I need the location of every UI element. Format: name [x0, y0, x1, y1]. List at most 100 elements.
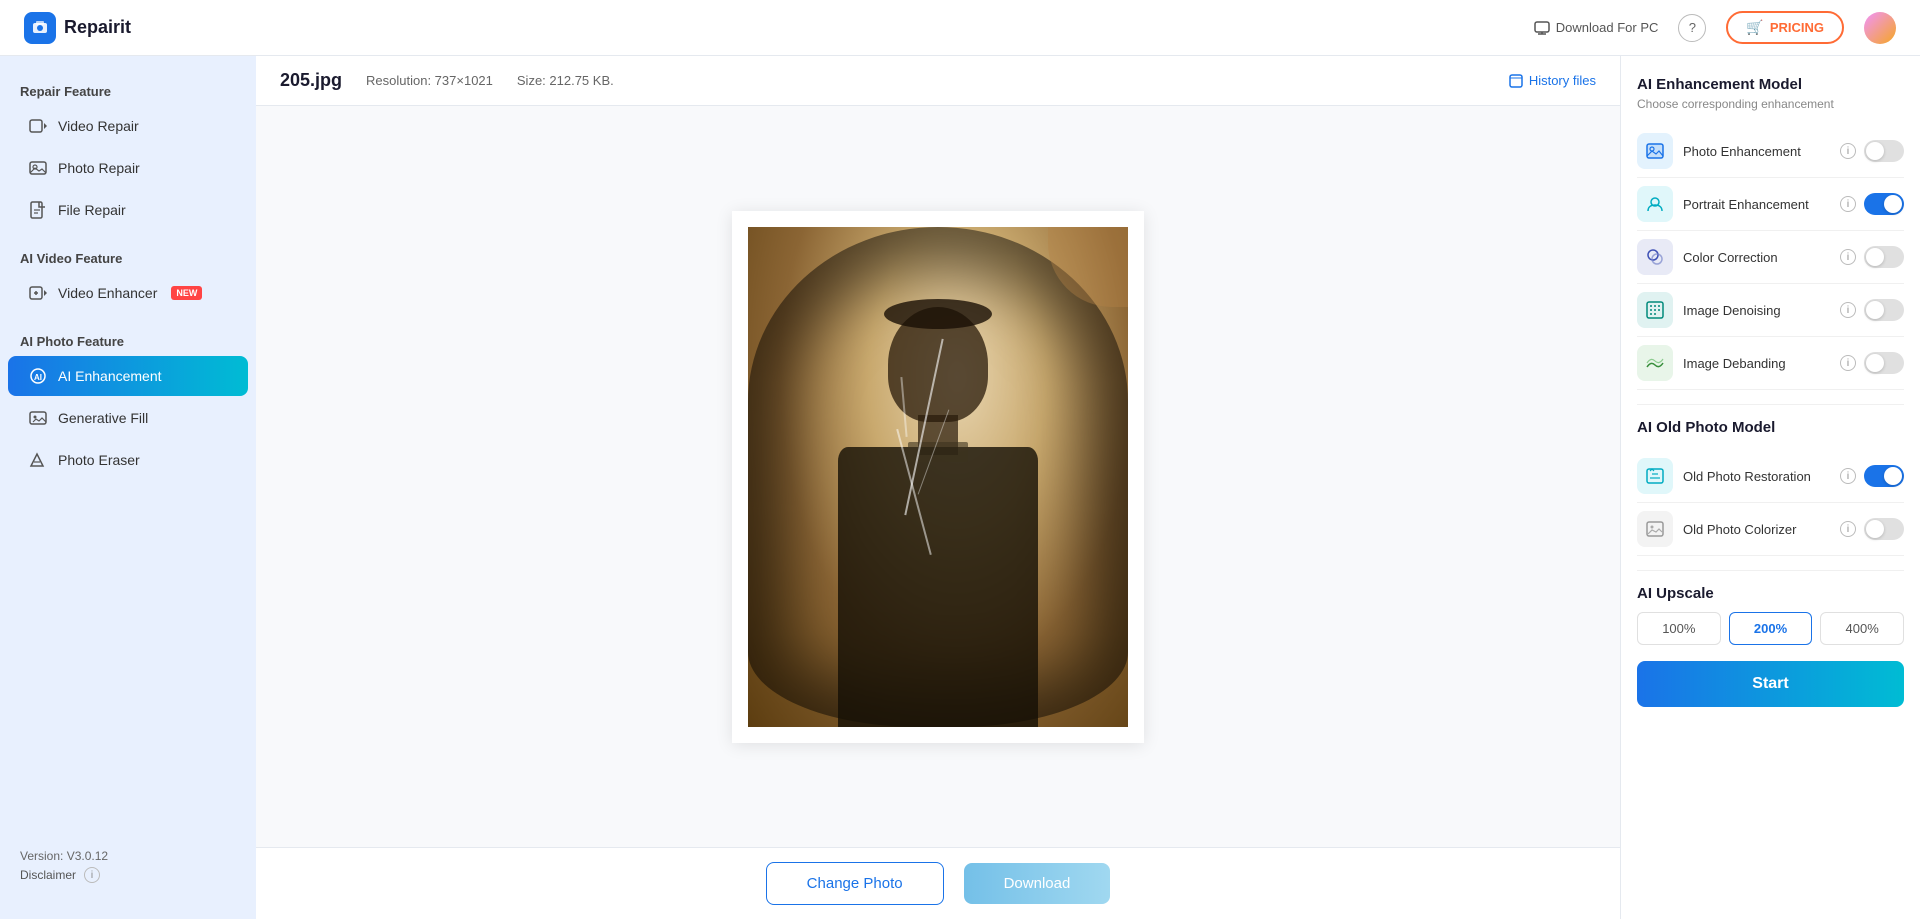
- history-files-button[interactable]: History files: [1509, 73, 1596, 88]
- sidebar-section-ai-photo: AI Photo Feature: [0, 326, 256, 355]
- sidebar-item-label-photo-repair: Photo Repair: [58, 160, 140, 176]
- upscale-100-button[interactable]: 100%: [1637, 612, 1721, 645]
- panel-item-photo-enhancement: Photo Enhancement i: [1637, 125, 1904, 178]
- user-avatar[interactable]: [1864, 12, 1896, 44]
- download-button[interactable]: Download: [964, 863, 1111, 904]
- color-correction-icon: [1637, 239, 1673, 275]
- sidebar-item-label-photo-eraser: Photo Eraser: [58, 452, 140, 468]
- cart-icon: 🛒: [1746, 19, 1763, 36]
- photo-frame: [732, 211, 1144, 743]
- image-debanding-toggle[interactable]: [1864, 352, 1904, 374]
- sidebar-item-photo-eraser[interactable]: Photo Eraser: [8, 440, 248, 480]
- image-debanding-label: Image Debanding: [1683, 356, 1836, 371]
- download-for-pc-button[interactable]: Download For PC: [1534, 20, 1659, 36]
- help-button[interactable]: ?: [1678, 14, 1706, 42]
- logo-icon: [24, 12, 56, 44]
- old-photo-restoration-icon: [1637, 458, 1673, 494]
- sidebar-item-video-enhancer[interactable]: Video Enhancer NEW: [8, 273, 248, 313]
- ai-upscale-title: AI Upscale: [1637, 585, 1904, 602]
- old-photo-restoration-toggle-track[interactable]: [1864, 465, 1904, 487]
- old-photo-colorizer-toggle[interactable]: [1864, 518, 1904, 540]
- content-area: 205.jpg Resolution: 737×1021 Size: 212.7…: [256, 56, 1620, 919]
- app-logo: Repairit: [24, 12, 131, 44]
- sidebar-item-photo-repair[interactable]: Photo Repair: [8, 148, 248, 188]
- sidebar-footer: Version: V3.0.12 Disclaimer i: [0, 833, 256, 899]
- photo-enhancement-info[interactable]: i: [1840, 143, 1856, 159]
- photo-enhancement-icon: [1637, 133, 1673, 169]
- image-denoising-info[interactable]: i: [1840, 302, 1856, 318]
- ai-enhancement-icon: AI: [28, 366, 48, 386]
- svg-text:AI: AI: [34, 373, 42, 382]
- sidebar-item-generative-fill[interactable]: Generative Fill: [8, 398, 248, 438]
- panel-item-old-photo-restoration: Old Photo Restoration i: [1637, 450, 1904, 503]
- generative-fill-icon: [28, 408, 48, 428]
- image-area: [256, 106, 1620, 847]
- sidebar-item-file-repair[interactable]: File Repair: [8, 190, 248, 230]
- history-files-label: History files: [1529, 73, 1596, 88]
- new-badge: NEW: [171, 286, 202, 300]
- image-denoising-toggle[interactable]: [1864, 299, 1904, 321]
- file-resolution: Resolution: 737×1021: [366, 73, 493, 88]
- sidebar-section-repair: Repair Feature: [0, 76, 256, 105]
- file-name: 205.jpg: [280, 70, 342, 91]
- color-correction-info[interactable]: i: [1840, 249, 1856, 265]
- upscale-400-button[interactable]: 400%: [1820, 612, 1904, 645]
- ai-old-photo-title: AI Old Photo Model: [1637, 419, 1904, 436]
- image-denoising-icon: [1637, 292, 1673, 328]
- panel-item-color-correction: Color Correction i: [1637, 231, 1904, 284]
- panel-item-portrait-enhancement: Portrait Enhancement i: [1637, 178, 1904, 231]
- portrait-enhancement-info[interactable]: i: [1840, 196, 1856, 212]
- image-denoising-label: Image Denoising: [1683, 303, 1836, 318]
- image-denoising-toggle-track[interactable]: [1864, 299, 1904, 321]
- file-repair-icon: [28, 200, 48, 220]
- image-debanding-info[interactable]: i: [1840, 355, 1856, 371]
- help-icon: ?: [1689, 20, 1696, 35]
- panel-item-image-debanding: Image Debanding i: [1637, 337, 1904, 390]
- old-photo-colorizer-label: Old Photo Colorizer: [1683, 522, 1836, 537]
- color-correction-label: Color Correction: [1683, 250, 1836, 265]
- old-photo: [748, 227, 1128, 727]
- action-bar: Change Photo Download: [256, 847, 1620, 919]
- image-debanding-icon: [1637, 345, 1673, 381]
- panel-divider-1: [1637, 404, 1904, 405]
- disclaimer-label[interactable]: Disclaimer: [20, 868, 76, 882]
- change-photo-button[interactable]: Change Photo: [766, 862, 944, 905]
- disclaimer-info-icon[interactable]: i: [84, 867, 100, 883]
- portrait-enhancement-toggle-track[interactable]: [1864, 193, 1904, 215]
- old-photo-colorizer-info[interactable]: i: [1840, 521, 1856, 537]
- topbar-actions: Download For PC ? 🛒 PRICING: [1534, 11, 1896, 44]
- video-enhancer-icon: [28, 283, 48, 303]
- sidebar-item-ai-enhancement[interactable]: AI AI Enhancement: [8, 356, 248, 396]
- pricing-button[interactable]: 🛒 PRICING: [1726, 11, 1844, 44]
- color-correction-toggle-track[interactable]: [1864, 246, 1904, 268]
- ai-enhancement-subtitle: Choose corresponding enhancement: [1637, 97, 1904, 111]
- sidebar-item-label-video-enhancer: Video Enhancer: [58, 285, 157, 301]
- portrait-enhancement-toggle[interactable]: [1864, 193, 1904, 215]
- photo-enhancement-toggle-track[interactable]: [1864, 140, 1904, 162]
- topbar: Repairit Download For PC ? 🛒 PRICING: [0, 0, 1920, 56]
- old-photo-restoration-toggle[interactable]: [1864, 465, 1904, 487]
- version-label: Version: V3.0.12: [20, 849, 236, 863]
- start-button[interactable]: Start: [1637, 661, 1904, 707]
- upscale-200-button[interactable]: 200%: [1729, 612, 1813, 645]
- panel-item-old-photo-colorizer: Old Photo Colorizer i: [1637, 503, 1904, 556]
- panel-divider-2: [1637, 570, 1904, 571]
- file-size: Size: 212.75 KB.: [517, 73, 614, 88]
- pricing-label: PRICING: [1770, 20, 1824, 35]
- portrait-enhancement-icon: [1637, 186, 1673, 222]
- sidebar-item-label-ai-enhancement: AI Enhancement: [58, 368, 162, 384]
- sidebar-section-ai-video: AI Video Feature: [0, 243, 256, 272]
- right-panel: AI Enhancement Model Choose correspondin…: [1620, 56, 1920, 919]
- old-photo-colorizer-toggle-track[interactable]: [1864, 518, 1904, 540]
- old-photo-restoration-info[interactable]: i: [1840, 468, 1856, 484]
- app-name: Repairit: [64, 17, 131, 38]
- panel-item-image-denoising: Image Denoising i: [1637, 284, 1904, 337]
- old-photo-colorizer-icon: [1637, 511, 1673, 547]
- video-repair-icon: [28, 116, 48, 136]
- color-correction-toggle[interactable]: [1864, 246, 1904, 268]
- image-debanding-toggle-track[interactable]: [1864, 352, 1904, 374]
- photo-enhancement-toggle[interactable]: [1864, 140, 1904, 162]
- photo-repair-icon: [28, 158, 48, 178]
- sidebar-item-video-repair[interactable]: Video Repair: [8, 106, 248, 146]
- photo-eraser-icon: [28, 450, 48, 470]
